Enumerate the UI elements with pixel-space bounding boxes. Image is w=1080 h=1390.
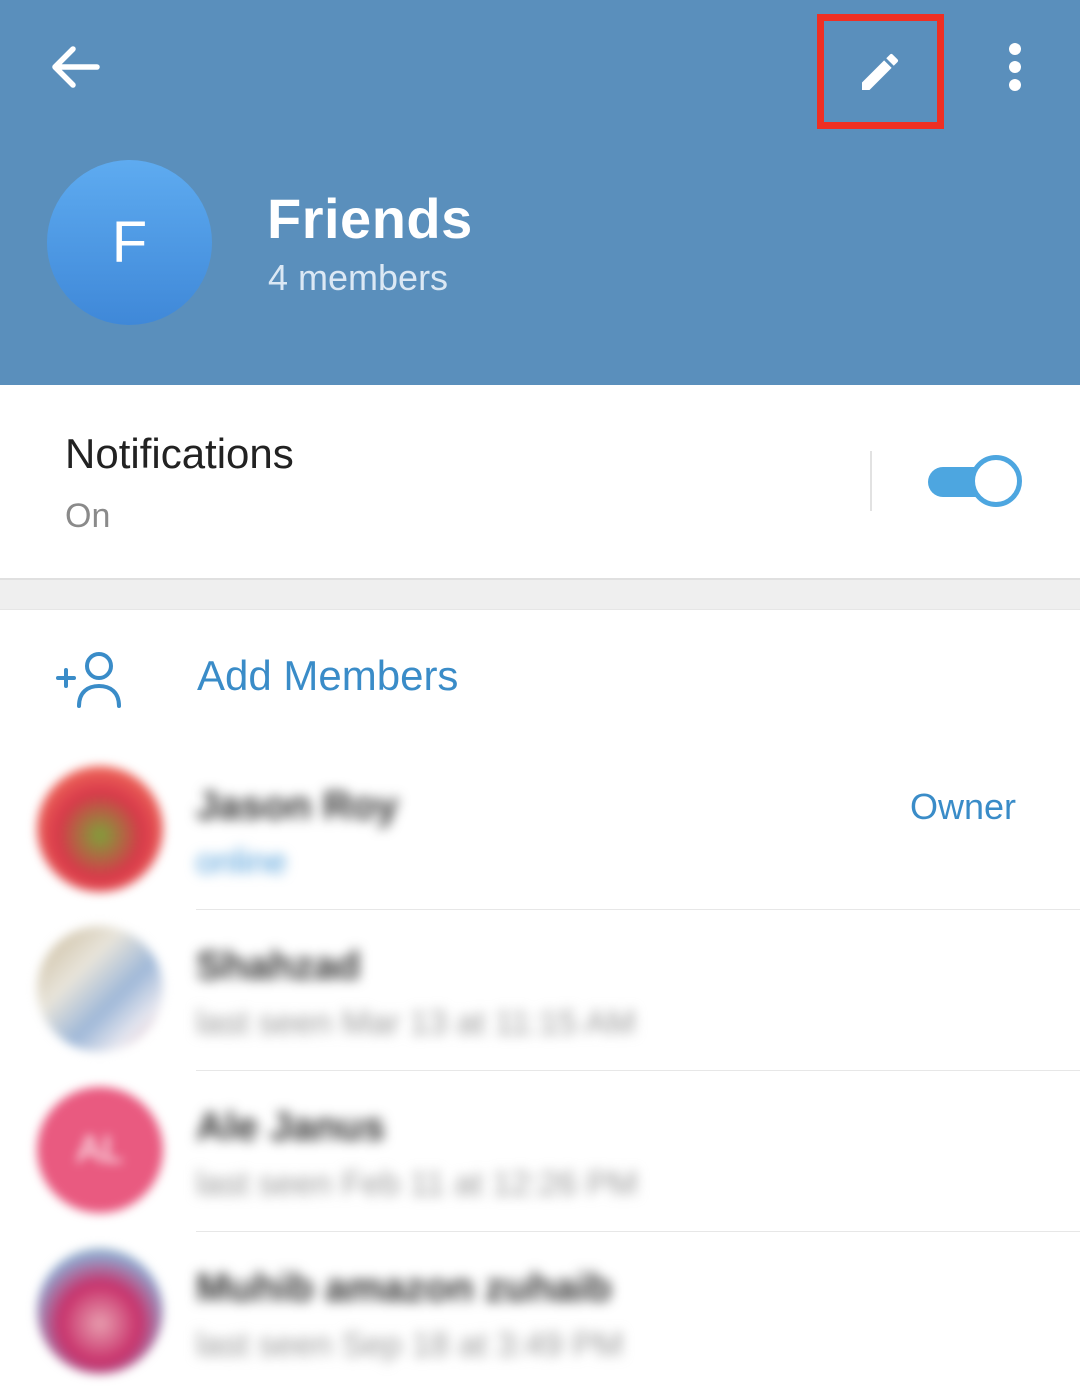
notifications-label: Notifications bbox=[65, 430, 294, 477]
member-avatar bbox=[37, 1248, 163, 1374]
member-avatar-initials: AL bbox=[76, 1128, 124, 1171]
member-row[interactable]: Shahzad last seen Mar 13 at 11:15 AM bbox=[0, 910, 1080, 1071]
member-name: Ale Janus bbox=[196, 1105, 385, 1149]
member-status: last seen Mar 13 at 11:15 AM bbox=[196, 1004, 636, 1042]
group-avatar[interactable]: F bbox=[47, 160, 212, 325]
member-name: Muhib amazon zuhaib bbox=[196, 1266, 612, 1310]
more-vertical-icon bbox=[1009, 43, 1021, 91]
notifications-toggle[interactable] bbox=[928, 455, 1022, 507]
member-row[interactable]: AL Ale Janus last seen Feb 11 at 12:26 P… bbox=[0, 1071, 1080, 1232]
section-divider bbox=[0, 578, 1080, 610]
member-status: last seen Feb 11 at 12:26 PM bbox=[196, 1165, 638, 1203]
member-row[interactable]: Muhib amazon zuhaib last seen Sep 18 at … bbox=[0, 1232, 1080, 1390]
group-title: Friends bbox=[267, 187, 473, 250]
member-name: Shahzad bbox=[196, 944, 361, 988]
toggle-knob bbox=[970, 455, 1022, 507]
member-row[interactable]: Jason Roy online Owner bbox=[0, 748, 1080, 910]
member-role-badge: Owner bbox=[909, 786, 1016, 827]
group-header: F Friends 4 members bbox=[0, 0, 1080, 385]
add-user-icon bbox=[56, 652, 121, 708]
group-avatar-initial: F bbox=[111, 210, 148, 275]
member-avatar bbox=[37, 926, 163, 1052]
member-status: last seen Sep 18 at 3:49 PM bbox=[196, 1326, 624, 1364]
more-options-button[interactable] bbox=[980, 22, 1050, 112]
back-button[interactable] bbox=[30, 22, 120, 112]
member-avatar: AL bbox=[37, 1087, 163, 1213]
add-members-label: Add Members bbox=[197, 652, 459, 699]
notifications-divider bbox=[870, 451, 872, 511]
member-name: Jason Roy bbox=[196, 784, 399, 828]
edit-button[interactable] bbox=[822, 18, 938, 126]
arrow-left-icon bbox=[52, 46, 100, 88]
notifications-row[interactable]: Notifications On bbox=[0, 385, 1080, 578]
member-status: online bbox=[196, 843, 287, 881]
member-count: 4 members bbox=[268, 257, 449, 298]
pencil-icon bbox=[862, 53, 899, 90]
member-avatar bbox=[37, 766, 163, 892]
notifications-status: On bbox=[65, 497, 111, 535]
add-members-button[interactable]: Add Members bbox=[0, 612, 1080, 744]
